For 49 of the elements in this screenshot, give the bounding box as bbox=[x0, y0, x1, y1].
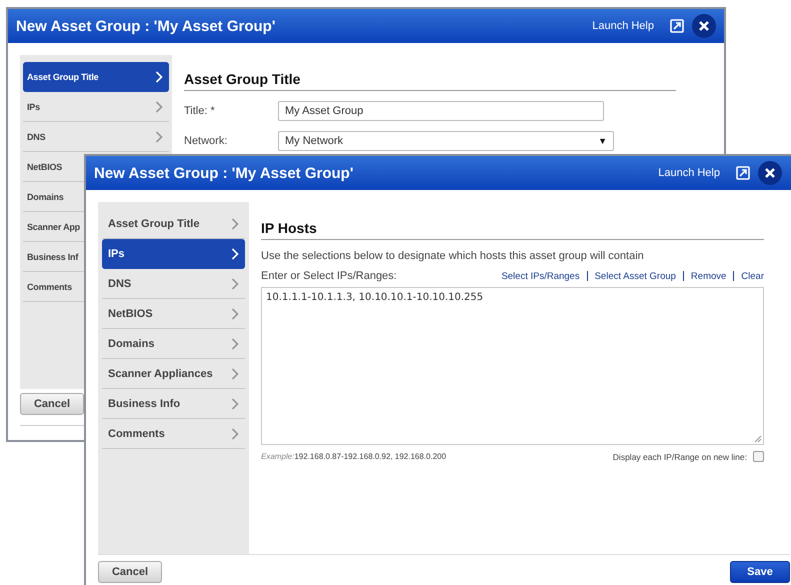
sidebar-item[interactable]: Asset Group Title bbox=[23, 62, 169, 92]
sidebar-item[interactable]: Scanner Appliances bbox=[102, 359, 245, 389]
section-heading: IP Hosts bbox=[261, 220, 764, 240]
field-label: Enter or Select IPs/Ranges: bbox=[261, 270, 397, 282]
action-link[interactable]: Select Asset Group bbox=[594, 270, 676, 282]
popout-icon[interactable] bbox=[736, 166, 750, 180]
chevron-icon bbox=[231, 398, 239, 410]
description-text: Use the selections below to designate which hosts this asset group will contain bbox=[261, 250, 645, 262]
action-link[interactable]: Clear bbox=[741, 270, 764, 282]
sidebar-item[interactable]: Business Info bbox=[102, 389, 245, 419]
sidebar-item[interactable]: Domains bbox=[102, 329, 245, 359]
field-label: Network: bbox=[184, 135, 228, 147]
window-title: New Asset Group : 'My Asset Group' bbox=[94, 164, 354, 182]
sidebar-item[interactable]: NetBIOS bbox=[102, 299, 245, 329]
close-icon[interactable] bbox=[692, 14, 716, 38]
action-link[interactable]: Select IPs/Ranges bbox=[501, 270, 580, 282]
title-field[interactable]: My Asset Group bbox=[278, 101, 604, 121]
launch-help-link[interactable]: Launch Help bbox=[592, 20, 654, 32]
chevron-icon bbox=[155, 70, 163, 82]
chevron-icon bbox=[231, 308, 239, 320]
popout-icon[interactable] bbox=[670, 19, 684, 33]
resize-grip-icon[interactable] bbox=[754, 435, 762, 443]
launch-help-link[interactable]: Launch Help bbox=[658, 167, 720, 179]
chevron-icon bbox=[231, 278, 239, 290]
save-button[interactable]: Save bbox=[730, 561, 790, 583]
chevron-icon bbox=[231, 248, 239, 260]
sidebar-item[interactable]: IPs bbox=[23, 92, 169, 122]
example-text: Example:192.168.0.87-192.168.0.92, 192.168.0.200 bbox=[261, 452, 446, 461]
chevron-icon bbox=[231, 368, 239, 380]
close-icon[interactable] bbox=[758, 161, 782, 185]
sidebar-item[interactable]: IPs bbox=[102, 239, 245, 269]
sidebar-item[interactable]: Comments bbox=[102, 419, 245, 449]
window-title: New Asset Group : 'My Asset Group' bbox=[16, 18, 276, 34]
action-link[interactable]: Remove bbox=[690, 270, 726, 282]
sidebar-item[interactable]: DNS bbox=[23, 122, 169, 152]
section-heading: Asset Group Title bbox=[184, 71, 676, 91]
cancel-button[interactable]: Cancel bbox=[98, 561, 162, 583]
field-label: Title: * bbox=[184, 105, 216, 117]
sidebar-item[interactable]: DNS bbox=[102, 269, 245, 299]
cancel-button[interactable]: Cancel bbox=[20, 393, 84, 415]
option-label: Display each IP/Range on new line: bbox=[612, 452, 747, 462]
chevron-icon bbox=[155, 130, 163, 142]
chevron-icon bbox=[155, 100, 163, 112]
network-dropdown[interactable]: My Network ▼ bbox=[278, 131, 614, 151]
newline-checkbox[interactable] bbox=[753, 451, 764, 462]
chevron-icon bbox=[231, 218, 239, 230]
chevron-icon bbox=[231, 428, 239, 440]
ip-ranges-textarea[interactable]: 10.1.1.1-10.1.1.3, 10.10.10.1-10.10.10.255 bbox=[261, 287, 764, 445]
chevron-icon bbox=[231, 338, 239, 350]
